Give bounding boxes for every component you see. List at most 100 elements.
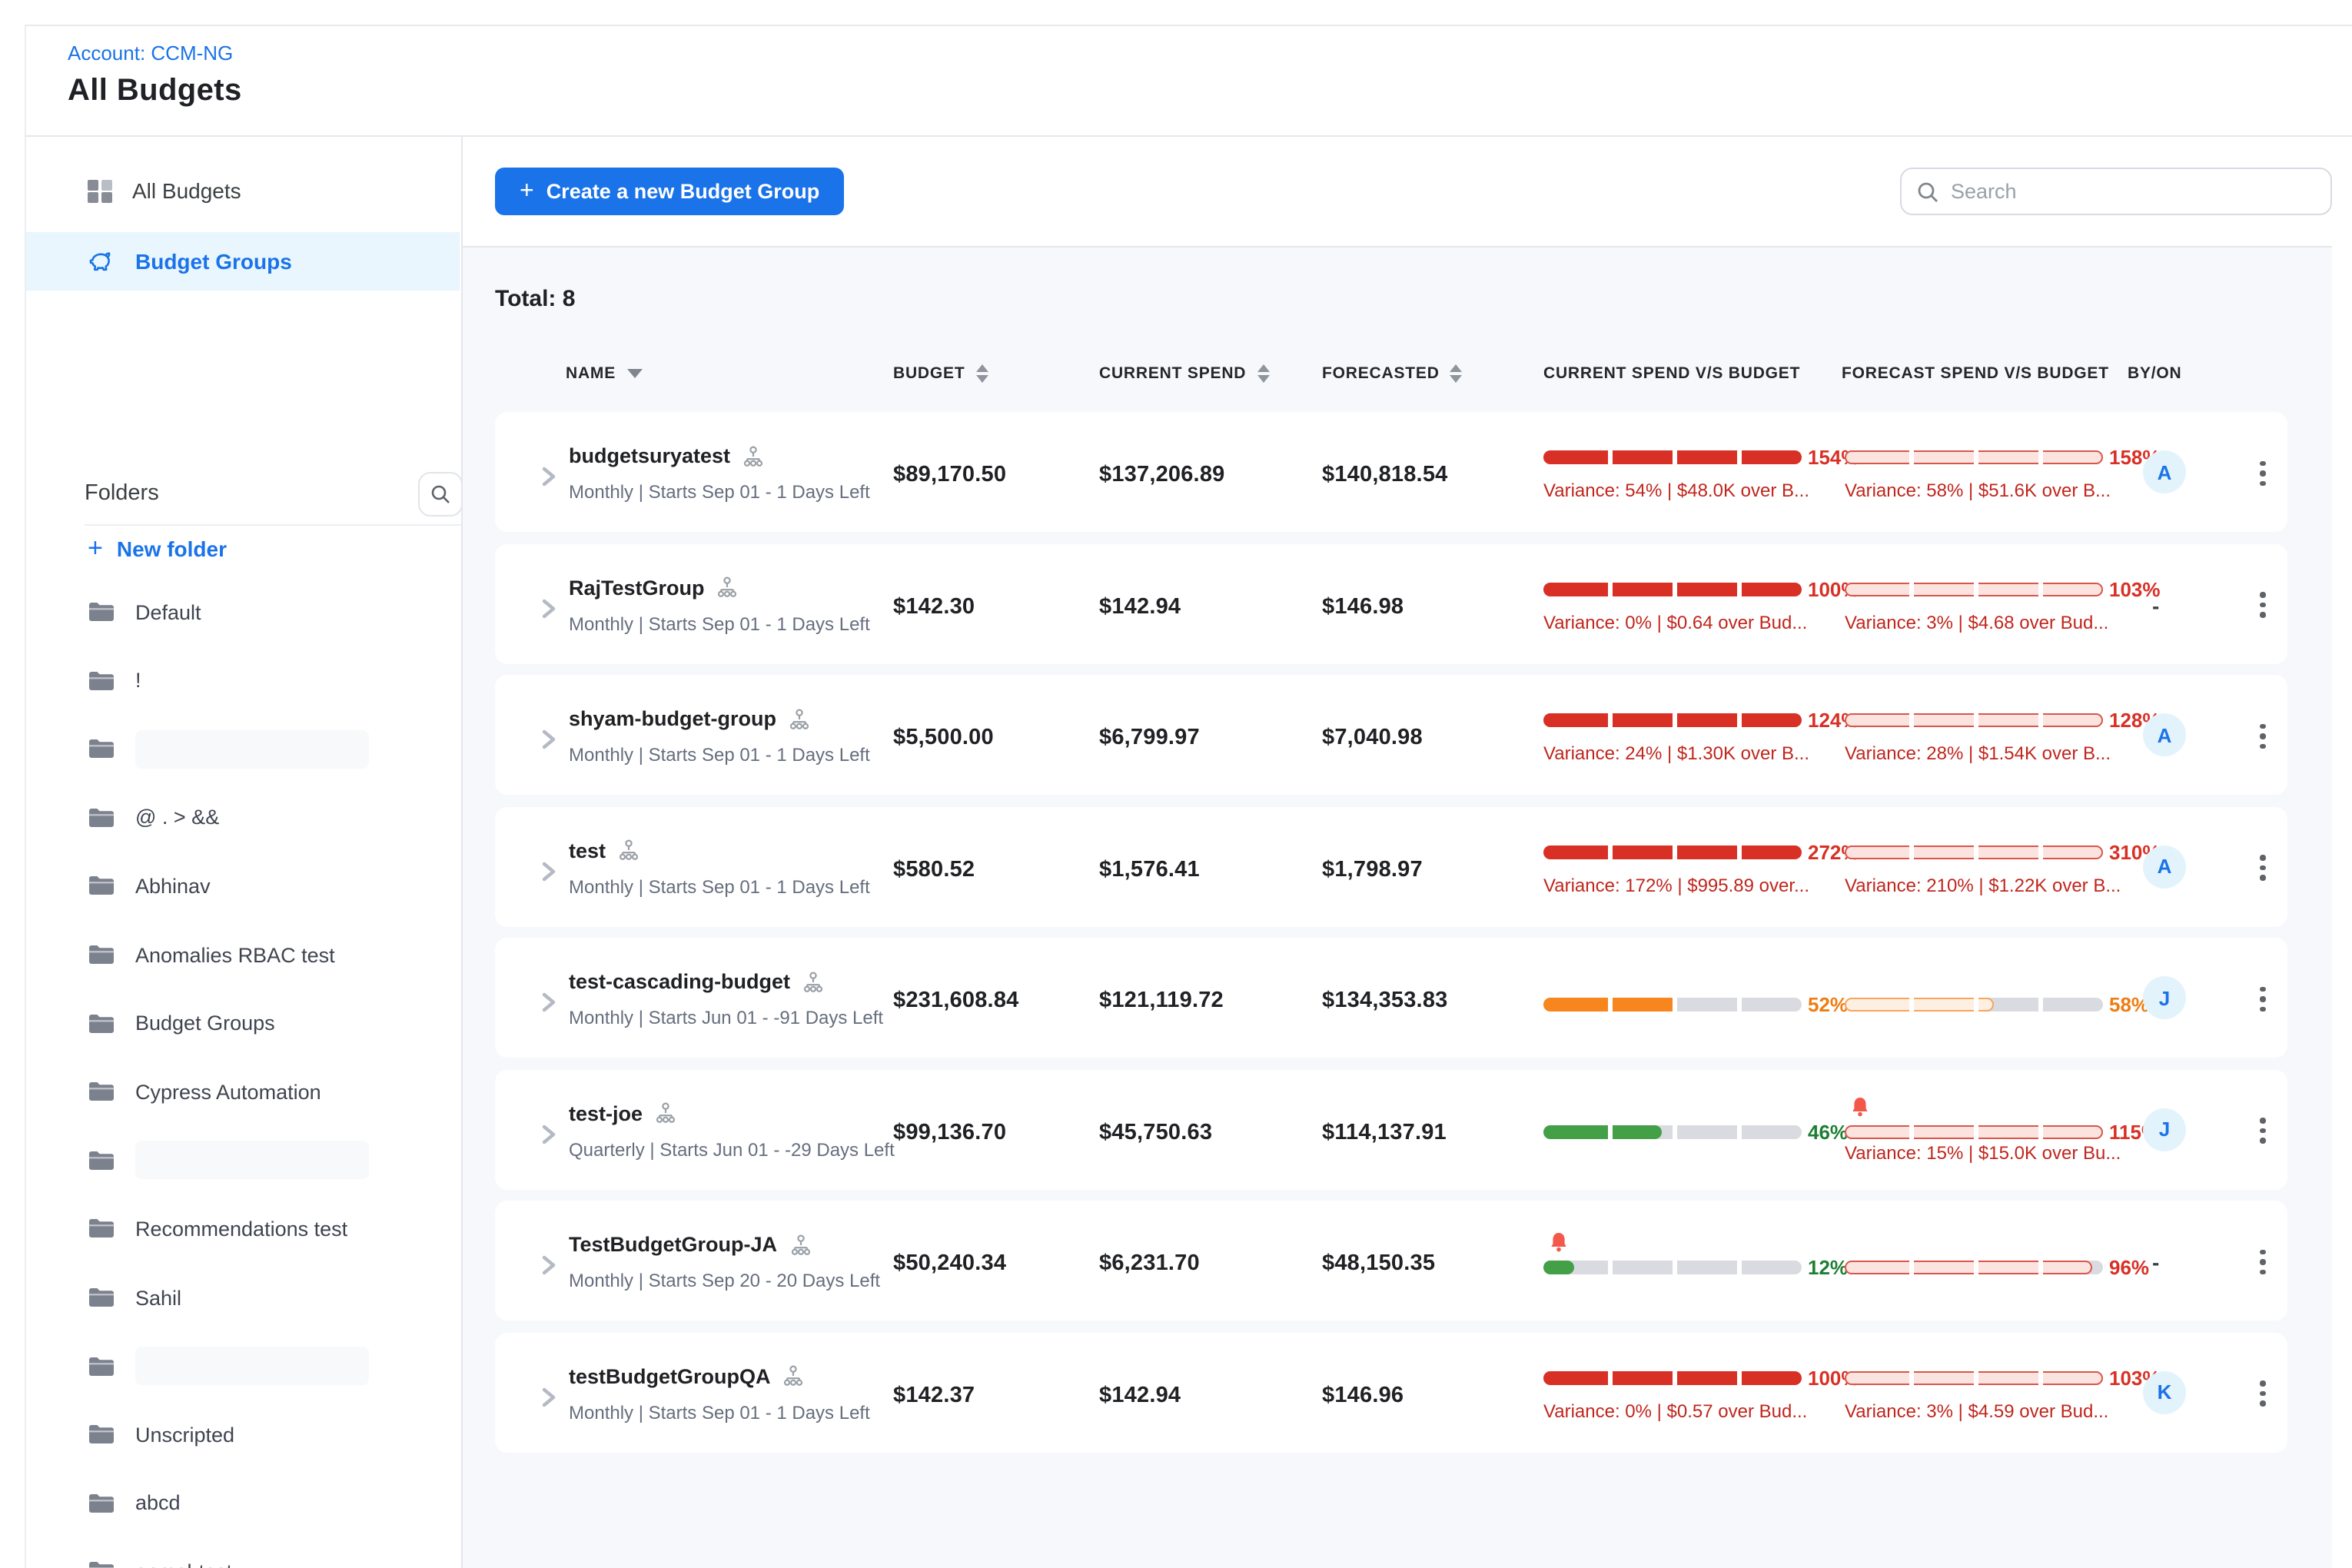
forecasted-amount: $146.96 bbox=[1322, 1383, 1404, 1407]
forecast-variance-text: Variance: 3% | $4.68 over Bud... bbox=[1845, 611, 2137, 633]
folder-item[interactable]: abcd bbox=[88, 1480, 457, 1526]
row-menu-button kebab-icon[interactable] bbox=[2251, 455, 2275, 492]
current-spend-bar-group: 100% bbox=[1543, 1366, 1859, 1389]
current-spend-progress-bar bbox=[1543, 450, 1802, 464]
folder-item-redacted[interactable] bbox=[88, 726, 457, 772]
folder-icon bbox=[88, 669, 115, 691]
row-expander chevron-right-icon[interactable] bbox=[541, 466, 556, 495]
current-spend-amount: $6,231.70 bbox=[1099, 1251, 1200, 1276]
total-count: Total: 8 bbox=[495, 286, 575, 312]
search-input[interactable] bbox=[1951, 180, 2315, 203]
forecast-bar-group: 310% bbox=[1845, 840, 2161, 863]
budget-group-name[interactable]: testBudgetGroupQA bbox=[569, 1364, 771, 1387]
row-menu-button kebab-icon[interactable] bbox=[2251, 718, 2275, 755]
budget-group-name[interactable]: test bbox=[569, 839, 606, 862]
current-spend-bar-group: 154% bbox=[1543, 446, 1859, 469]
row-menu-button kebab-icon[interactable] bbox=[2251, 1375, 2275, 1412]
folder-item[interactable]: Recommendations test bbox=[88, 1206, 457, 1252]
owner-avatar: A bbox=[2143, 450, 2186, 493]
current-spend-progress-bar bbox=[1543, 1370, 1802, 1384]
row-expander chevron-right-icon[interactable] bbox=[541, 1386, 556, 1415]
folder-item[interactable]: @ . > && bbox=[88, 795, 457, 841]
budget-schedule: Monthly | Starts Jun 01 - -91 Days Left bbox=[569, 1007, 883, 1028]
current-spend-progress-bar bbox=[1543, 582, 1802, 596]
search-box[interactable] bbox=[1900, 168, 2332, 215]
search-icon bbox=[430, 483, 450, 503]
column-header-name[interactable]: NAME bbox=[566, 364, 642, 383]
current-variance-text: Variance: 172% | $995.89 over... bbox=[1543, 874, 1835, 895]
budget-group-name[interactable]: RajTestGroup bbox=[569, 576, 705, 599]
budget-schedule: Quarterly | Starts Jun 01 - -29 Days Lef… bbox=[569, 1138, 895, 1160]
folder-item[interactable]: Unscripted bbox=[88, 1411, 457, 1457]
budget-group-name[interactable]: test-cascading-budget bbox=[569, 970, 790, 993]
budget-group-name[interactable]: TestBudgetGroup-JA bbox=[569, 1233, 777, 1256]
hierarchy-icon bbox=[655, 1102, 676, 1124]
row-expander chevron-right-icon[interactable] bbox=[541, 860, 556, 889]
create-budget-group-button[interactable]: + Create a new Budget Group bbox=[495, 168, 844, 215]
budget-amount: $142.37 bbox=[893, 1383, 975, 1407]
row-expander chevron-right-icon[interactable] bbox=[541, 1254, 556, 1284]
folder-item-redacted[interactable] bbox=[88, 1343, 457, 1389]
hierarchy-icon bbox=[789, 708, 810, 729]
owner-dash: - bbox=[2152, 1250, 2159, 1274]
folder-icon bbox=[88, 1218, 115, 1240]
folder-name: Recommendations test bbox=[135, 1218, 347, 1241]
breadcrumb-account-link[interactable]: Account: CCM-NG bbox=[68, 42, 233, 65]
row-menu-button kebab-icon[interactable] bbox=[2251, 1244, 2275, 1281]
folder-name: Default bbox=[135, 600, 201, 623]
table-row: RajTestGroup Monthly | Starts Sep 01 - 1… bbox=[495, 543, 2287, 663]
budget-schedule: Monthly | Starts Sep 20 - 20 Days Left bbox=[569, 1270, 880, 1291]
budget-amount: $89,170.50 bbox=[893, 463, 1006, 487]
current-spend-progress-bar bbox=[1543, 1125, 1802, 1138]
budget-group-name[interactable]: test-joe bbox=[569, 1101, 643, 1125]
owner-avatar: K bbox=[2143, 1370, 2186, 1414]
folder-name: Anomalies RBAC test bbox=[135, 943, 335, 966]
folder-item-redacted[interactable] bbox=[88, 1138, 457, 1184]
forecast-progress-bar bbox=[1845, 582, 2103, 596]
sidebar-item-budget-groups[interactable]: Budget Groups bbox=[26, 232, 460, 291]
folder-item[interactable]: Cypress Automation bbox=[88, 1068, 457, 1115]
row-expander chevron-right-icon[interactable] bbox=[541, 597, 556, 626]
row-expander chevron-right-icon[interactable] bbox=[541, 992, 556, 1021]
folder-name: ! bbox=[135, 669, 141, 692]
column-header-forecasted[interactable]: FORECASTED bbox=[1322, 364, 1463, 383]
folder-icon bbox=[88, 807, 115, 829]
row-expander chevron-right-icon[interactable] bbox=[541, 729, 556, 758]
hierarchy-icon bbox=[618, 839, 639, 861]
column-header-current-spend[interactable]: CURRENT SPEND bbox=[1099, 364, 1269, 383]
budget-group-name[interactable]: shyam-budget-group bbox=[569, 707, 776, 730]
current-spend-progress-bar bbox=[1543, 998, 1802, 1012]
folder-search-button[interactable] bbox=[418, 471, 461, 516]
folder-icon bbox=[88, 875, 115, 897]
folder-item[interactable]: Anomalies RBAC test bbox=[88, 932, 457, 978]
hierarchy-icon bbox=[783, 1365, 805, 1387]
folder-item[interactable]: ! bbox=[88, 657, 457, 703]
folder-item[interactable]: anmol-test bbox=[88, 1549, 457, 1568]
new-folder-button[interactable]: + New folder bbox=[88, 537, 227, 561]
row-menu-button kebab-icon[interactable] bbox=[2251, 981, 2275, 1018]
sort-icon bbox=[975, 364, 988, 383]
folder-item[interactable]: Abhinav bbox=[88, 863, 457, 909]
folder-name: Unscripted bbox=[135, 1423, 234, 1446]
folder-name: Abhinav bbox=[135, 875, 211, 898]
forecast-progress-bar bbox=[1845, 450, 2103, 464]
folder-item[interactable]: Sahil bbox=[88, 1274, 457, 1321]
folder-icon bbox=[88, 1150, 115, 1171]
forecast-progress-bar bbox=[1845, 713, 2103, 727]
row-menu-button kebab-icon[interactable] bbox=[2251, 849, 2275, 886]
row-expander chevron-right-icon[interactable] bbox=[541, 1123, 556, 1152]
folder-item[interactable]: Default bbox=[88, 589, 457, 635]
row-menu-button kebab-icon[interactable] bbox=[2251, 1112, 2275, 1149]
folder-item[interactable]: Budget Groups bbox=[88, 1000, 457, 1046]
hierarchy-icon bbox=[802, 971, 824, 992]
forecast-progress-bar bbox=[1845, 998, 2103, 1012]
forecast-variance-text: Variance: 210% | $1.22K over B... bbox=[1845, 874, 2137, 895]
forecast-progress-bar bbox=[1845, 1125, 2103, 1138]
piggy-bank-icon bbox=[88, 250, 114, 273]
row-menu-button kebab-icon[interactable] bbox=[2251, 586, 2275, 623]
budget-group-name[interactable]: budgetsuryatest bbox=[569, 444, 730, 467]
forecast-percent: 96% bbox=[2109, 1256, 2149, 1279]
sidebar-item-all-budgets[interactable]: All Budgets bbox=[26, 161, 460, 220]
folder-icon bbox=[88, 1355, 115, 1377]
column-header-budget[interactable]: BUDGET bbox=[893, 364, 988, 383]
